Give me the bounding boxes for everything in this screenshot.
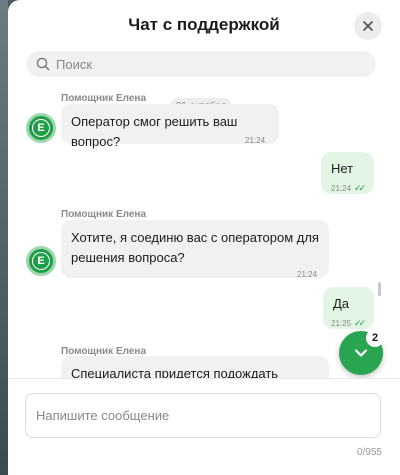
- message-text-line: решения вопроса?: [71, 250, 185, 265]
- outgoing-message-bubble: Да 21:25 ✓✓: [323, 287, 374, 329]
- message-text-line: Хотите, я соединю вас с оператором для: [71, 230, 319, 245]
- message-time: 21:24: [245, 136, 266, 145]
- message-sender: Помощник Елена: [61, 209, 146, 220]
- search-bar[interactable]: [26, 51, 376, 77]
- search-icon: [36, 57, 50, 71]
- incoming-message-bubble: Хотите, я соединю вас с оператором для р…: [61, 220, 329, 279]
- page-backdrop: [0, 0, 8, 475]
- chevron-down-icon: [354, 349, 368, 357]
- avatar-initial: Е: [32, 119, 50, 137]
- incoming-message-bubble: Оператор смог решить ваш вопрос? 21:24: [61, 104, 279, 149]
- support-chat-modal: Чат с поддержкой Помощник Елена 31 октяб…: [8, 0, 400, 475]
- close-icon: [363, 21, 373, 31]
- chat-header: Чат с поддержкой: [8, 0, 400, 48]
- character-counter: 0/955: [356, 447, 382, 458]
- scrollbar-thumb[interactable]: [378, 282, 381, 296]
- message-input[interactable]: [36, 394, 370, 437]
- search-input[interactable]: [56, 56, 356, 72]
- incoming-message-bubble: Специалиста придется подождать примерно: [61, 356, 329, 378]
- message-sender: Помощник Елена: [61, 93, 146, 104]
- message-text: Оператор смог решить ваш вопрос?: [71, 114, 238, 149]
- message-time: 21:24: [297, 270, 318, 279]
- close-button[interactable]: [354, 12, 382, 40]
- read-checkmarks-icon: ✓✓: [354, 318, 366, 328]
- outgoing-message-bubble: Нет 21:24 ✓✓: [321, 152, 374, 194]
- message-time: 21:25: [331, 319, 352, 328]
- message-time: 21:24: [331, 184, 352, 193]
- message-text: Специалиста придется подождать примерно: [71, 366, 279, 378]
- message-composer[interactable]: [25, 393, 381, 438]
- chat-title: Чат с поддержкой: [128, 15, 280, 34]
- message-text: Да: [333, 296, 350, 311]
- message-text: Нет: [331, 161, 354, 176]
- avatar-initial: Е: [32, 252, 50, 270]
- read-checkmarks-icon: ✓✓: [354, 183, 366, 193]
- avatar: Е: [26, 246, 56, 276]
- message-list[interactable]: Помощник Елена 31 октября Е Оператор смо…: [8, 86, 400, 378]
- chat-footer: 0/955: [8, 378, 400, 475]
- unread-count-badge: 2: [366, 329, 384, 347]
- avatar: Е: [26, 113, 56, 143]
